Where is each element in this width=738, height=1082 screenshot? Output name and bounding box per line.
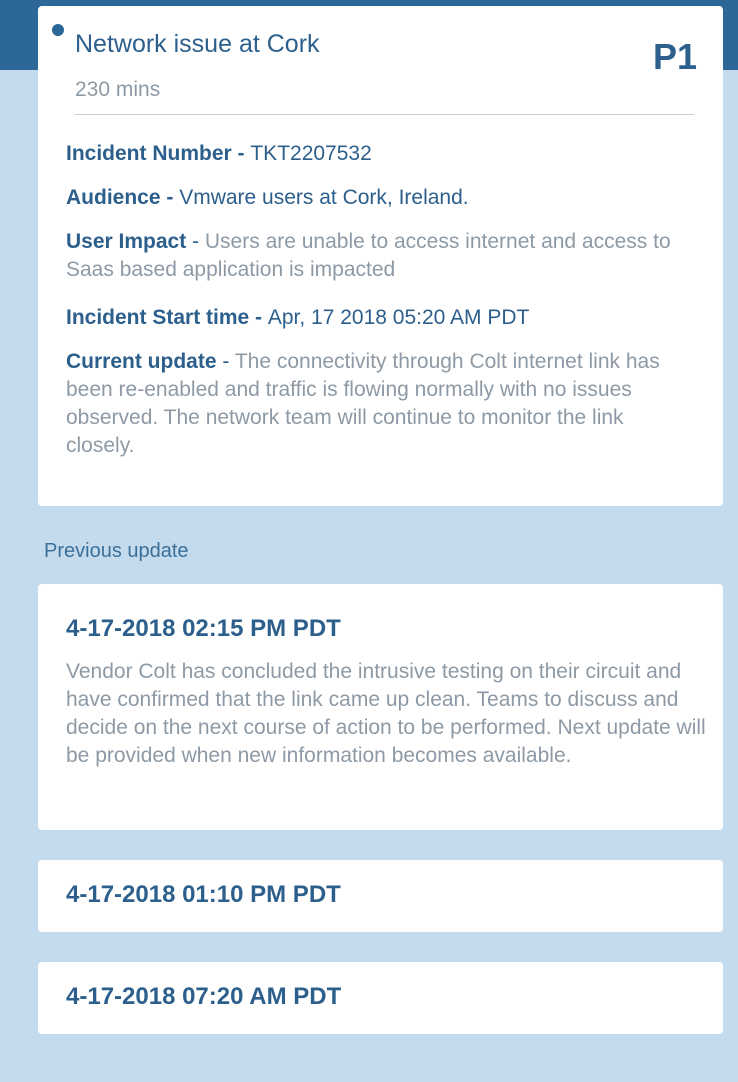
start-time-value: Apr, 17 2018 05:20 AM PDT xyxy=(267,306,530,329)
current-update-field: Current update - The connectivity throug… xyxy=(66,348,696,460)
current-update-separator: - xyxy=(216,350,235,373)
previous-update-card[interactable]: 4-17-2018 02:15 PM PDT Vendor Colt has c… xyxy=(38,584,723,830)
start-time-field: Incident Start time - Apr, 17 2018 05:20… xyxy=(66,304,696,332)
update-timestamp: 4-17-2018 02:15 PM PDT xyxy=(66,615,341,642)
user-impact-label: User Impact xyxy=(66,230,187,253)
divider xyxy=(75,114,694,115)
incident-duration: 230 mins xyxy=(75,78,161,101)
priority-badge: P1 xyxy=(652,36,697,77)
incident-card[interactable]: Network issue at Cork P1 230 mins Incide… xyxy=(38,6,723,506)
incident-title: Network issue at Cork xyxy=(75,30,320,58)
user-impact-field: User Impact - Users are unable to access… xyxy=(66,228,696,284)
audience-field: Audience - Vmware users at Cork, Ireland… xyxy=(66,184,696,212)
unread-indicator-dot xyxy=(52,24,64,36)
start-time-label: Incident Start time - xyxy=(66,306,268,329)
incident-number-field: Incident Number - TKT2207532 xyxy=(66,140,696,168)
update-text: Vendor Colt has concluded the intrusive … xyxy=(66,660,706,767)
previous-update-card[interactable]: 4-17-2018 01:10 PM PDT xyxy=(38,860,723,932)
current-update-label: Current update xyxy=(66,350,217,373)
update-timestamp: 4-17-2018 01:10 PM PDT xyxy=(66,881,341,908)
previous-update-heading: Previous update xyxy=(44,540,189,562)
user-impact-separator: - xyxy=(186,230,205,253)
incident-number-label: Incident Number - xyxy=(66,142,251,165)
incident-number-value: TKT2207532 xyxy=(250,142,372,165)
audience-value: Vmware users at Cork, Ireland. xyxy=(179,186,469,209)
previous-update-card[interactable]: 4-17-2018 07:20 AM PDT xyxy=(38,962,723,1034)
audience-label: Audience - xyxy=(66,186,180,209)
update-timestamp: 4-17-2018 07:20 AM PDT xyxy=(66,983,342,1010)
